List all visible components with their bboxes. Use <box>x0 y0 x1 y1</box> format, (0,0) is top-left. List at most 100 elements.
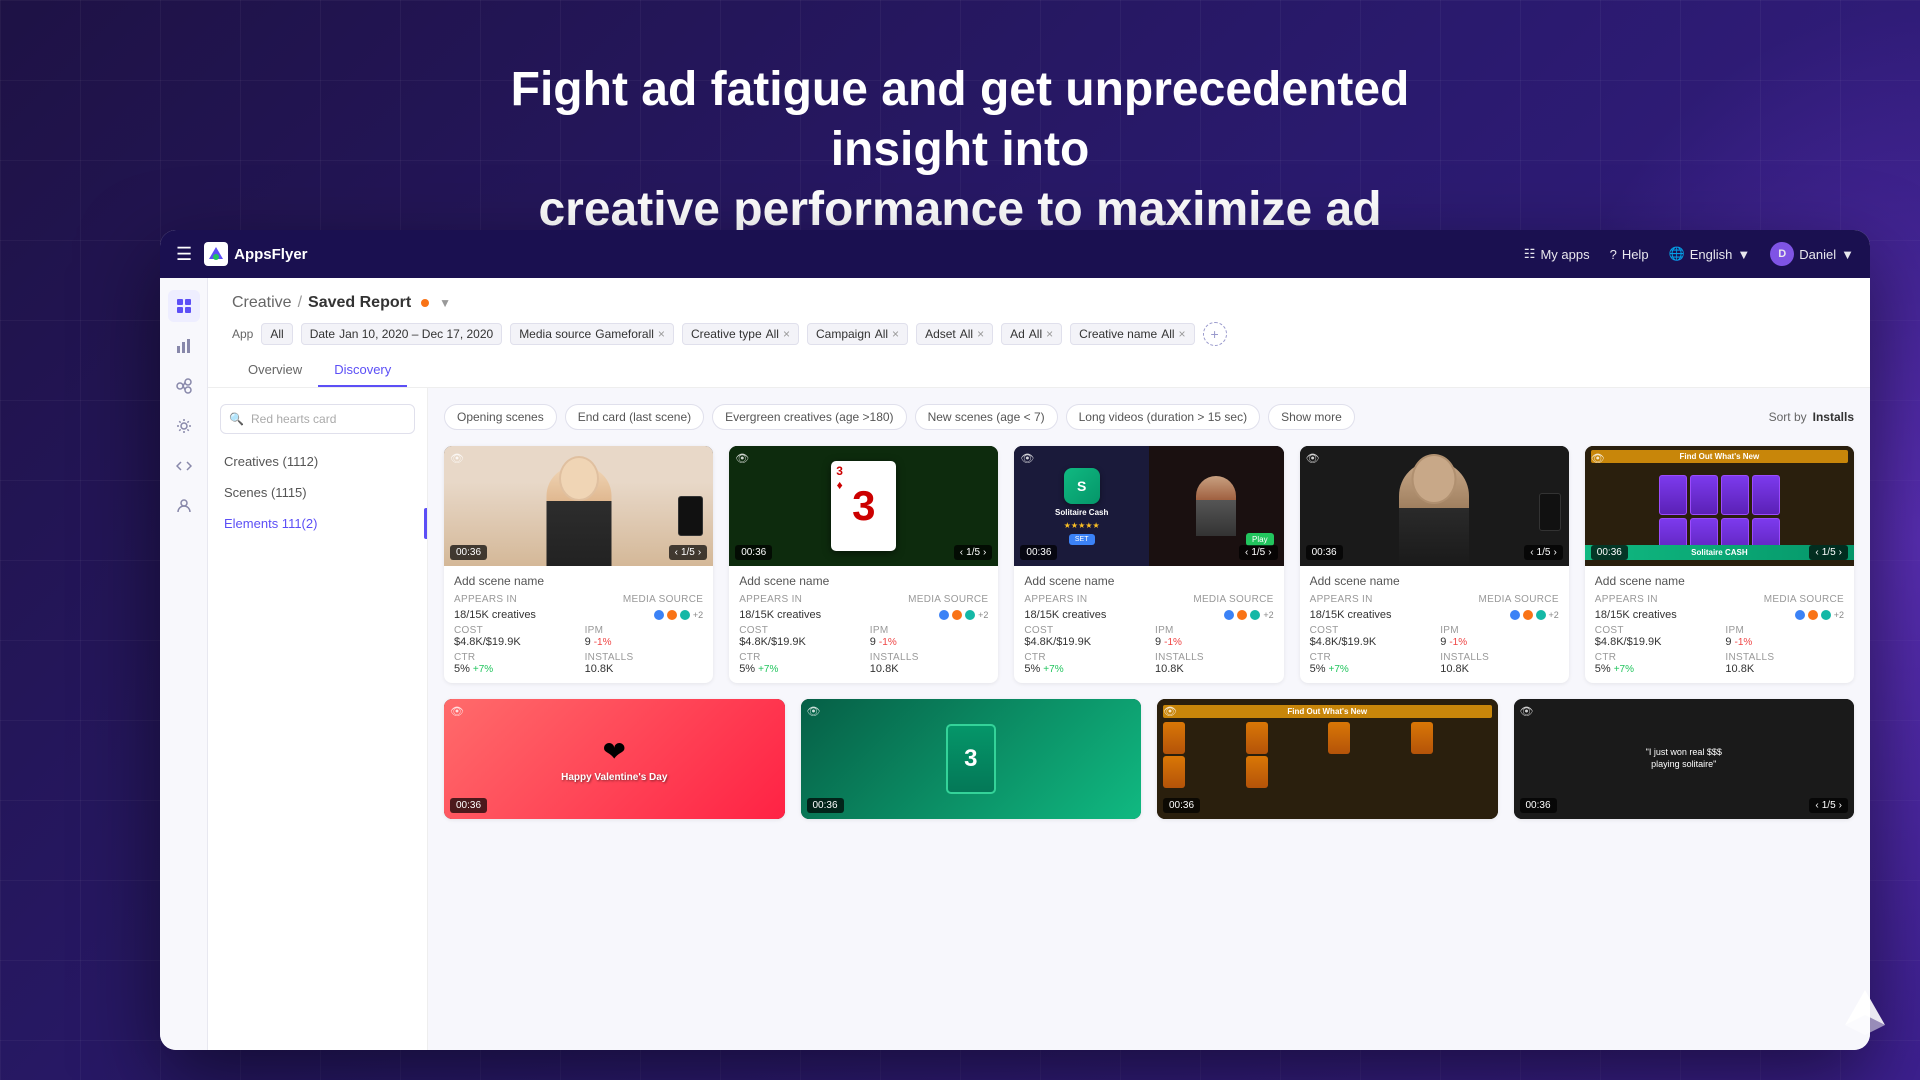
metric-installs: INSTALLS 10.8K <box>870 652 989 675</box>
sidebar-icon-grid[interactable] <box>168 290 200 322</box>
add-filter-button[interactable]: + <box>1203 322 1227 346</box>
filter-evergreen[interactable]: Evergreen creatives (age >180) <box>712 404 906 430</box>
creative-name-chip[interactable]: Creative name All × <box>1070 323 1194 345</box>
card-symbol: 3 <box>964 745 977 773</box>
metric-ctr: CTR 5% +7% <box>739 652 858 675</box>
breadcrumb-caret-icon[interactable]: ▼ <box>439 296 451 310</box>
card-title: Add scene name <box>1310 574 1559 588</box>
nav-badge: ‹ 1/5 › <box>1239 545 1278 560</box>
adset-close-icon[interactable]: × <box>977 327 984 341</box>
card-thumbnail-4[interactable]: 👁 00:36 ‹ 1/5 › <box>1300 446 1569 566</box>
cost-label: COST <box>1024 625 1143 636</box>
creative-type-chip[interactable]: Creative type All × <box>682 323 799 345</box>
breadcrumb-parent[interactable]: Creative <box>232 294 292 312</box>
ctr-label: CTR <box>1595 652 1714 663</box>
card-thumbnail-2[interactable]: 3 ♦ 3 👁 00:36 <box>729 446 998 566</box>
installs-val: 10.8K <box>1725 663 1844 675</box>
filter-opening-scenes[interactable]: Opening scenes <box>444 404 557 430</box>
table-row: 👁 00:36 ‹ 1/5 › Add scene name <box>1300 446 1569 683</box>
ipm-val: 9 -1% <box>1155 636 1274 648</box>
card-thumbnail-3[interactable]: S Solitaire Cash ★★★★★ SET <box>1014 446 1283 566</box>
nav-item-scenes[interactable]: Scenes (1115) <box>208 477 427 508</box>
top-nav: ☰ AppsFlyer ☷ My apps ? Help 🌐 Engli <box>160 230 1870 278</box>
card-thumbnail-val[interactable]: ❤ Happy Valentine's Day 👁 00:36 <box>444 699 785 819</box>
source-dot-1 <box>1795 610 1805 620</box>
search-input[interactable] <box>220 404 415 434</box>
filter-new-scenes[interactable]: New scenes (age < 7) <box>915 404 1058 430</box>
tabs: Overview Discovery <box>232 354 1846 387</box>
sidebar-icon-settings[interactable] <box>168 410 200 442</box>
creative-name-close-icon[interactable]: × <box>1179 327 1186 341</box>
nav-prev-icon: ‹ <box>1815 547 1818 558</box>
nav-badge: ‹ 1/5 › <box>954 545 993 560</box>
card-meta-vals: 18/15K creatives +2 <box>739 609 988 621</box>
source-dot-2 <box>1808 610 1818 620</box>
sidebar-icon-user[interactable] <box>168 490 200 522</box>
card-metrics: COST $4.8K/$19.9K IPM 9 -1% <box>739 625 988 648</box>
ad-close-icon[interactable]: × <box>1046 327 1053 341</box>
installs-label: INSTALLS <box>870 652 989 663</box>
nav-item-elements[interactable]: Elements 111(2) <box>208 508 427 539</box>
metric-cost: COST $4.8K/$19.9K <box>1024 625 1143 648</box>
media-source-chip[interactable]: Media source Gameforall × <box>510 323 674 345</box>
ctr-val: 5% +7% <box>1595 663 1714 675</box>
cost-label: COST <box>454 625 573 636</box>
user-nav[interactable]: D Daniel ▼ <box>1770 242 1854 266</box>
duration-badge: 00:36 <box>1306 545 1343 560</box>
app-filter-chip[interactable]: All <box>261 323 292 345</box>
table-row: 3 ♦ 3 👁 00:36 <box>729 446 998 683</box>
sort-value[interactable]: Installs <box>1813 410 1854 424</box>
card-thumbnail-findout[interactable]: Find Out What's New <box>1157 699 1498 819</box>
nav-item-creatives[interactable]: Creatives (1112) <box>208 446 427 477</box>
solitaire-icon: S <box>1064 468 1100 504</box>
ctr-val: 5% +7% <box>1024 663 1143 675</box>
adset-chip[interactable]: Adset All × <box>916 323 993 345</box>
page-header: Creative / Saved Report ▼ App All Date J… <box>208 278 1870 388</box>
tab-discovery[interactable]: Discovery <box>318 354 407 387</box>
ipm-val: 9 -1% <box>1440 636 1559 648</box>
card-thumbnail-1[interactable]: 👁 00:36 ‹ 1/5 › <box>444 446 713 566</box>
nav-position: 1/5 <box>1822 800 1836 811</box>
installs-val: 10.8K <box>870 663 989 675</box>
sidebar-icon-code[interactable] <box>168 450 200 482</box>
ipm-delta: -1% <box>1164 637 1182 648</box>
campaign-chip[interactable]: Campaign All × <box>807 323 908 345</box>
cost-val: $4.8K/$19.9K <box>1310 636 1429 648</box>
ctr-val: 5% +7% <box>1310 663 1429 675</box>
scene-filters: Opening scenes End card (last scene) Eve… <box>444 404 1854 430</box>
source-dot-3 <box>1536 610 1546 620</box>
media-source-close-icon[interactable]: × <box>658 327 665 341</box>
nav-badge: ‹ 1/5 › <box>1809 545 1848 560</box>
filter-long-videos[interactable]: Long videos (duration > 15 sec) <box>1066 404 1260 430</box>
app-filter-label: App <box>232 327 253 341</box>
language-label: English <box>1690 247 1733 262</box>
ad-chip[interactable]: Ad All × <box>1001 323 1062 345</box>
visibility-icon: 👁 <box>450 452 464 465</box>
tab-overview[interactable]: Overview <box>232 354 318 387</box>
sidebar-icon-chart[interactable] <box>168 330 200 362</box>
date-filter-chip[interactable]: Date Jan 10, 2020 – Dec 17, 2020 <box>301 323 502 345</box>
tile <box>1721 475 1749 515</box>
card-thumbnail-green[interactable]: 3 👁 00:36 <box>801 699 1142 819</box>
help-nav[interactable]: ? Help <box>1610 247 1649 262</box>
sidebar-icon-links[interactable] <box>168 370 200 402</box>
media-source-label: MEDIA SOURCE <box>623 594 703 605</box>
phone-icon <box>1539 493 1561 531</box>
creative-type-close-icon[interactable]: × <box>783 327 790 341</box>
card-thumbnail-quote[interactable]: "I just won real $$$playing solitaire" 👁… <box>1514 699 1855 819</box>
nav-right: ☷ My apps ? Help 🌐 English ▼ D Daniel ▼ <box>1524 242 1854 266</box>
language-nav[interactable]: 🌐 English ▼ <box>1669 246 1751 262</box>
campaign-close-icon[interactable]: × <box>892 327 899 341</box>
card-thumbnail-5[interactable]: Find Out What's New <box>1585 446 1854 566</box>
table-row: "I just won real $$$playing solitaire" 👁… <box>1514 699 1855 819</box>
card-meta-vals: 18/15K creatives +2 <box>1024 609 1273 621</box>
show-more-button[interactable]: Show more <box>1268 404 1355 430</box>
visibility-icon: 👁 <box>1306 452 1320 465</box>
filter-end-card[interactable]: End card (last scene) <box>565 404 704 430</box>
cost-label: COST <box>1595 625 1714 636</box>
menu-icon[interactable]: ☰ <box>176 244 192 265</box>
nav-label-scenes: Scenes (1115) <box>224 485 307 500</box>
my-apps-nav[interactable]: ☷ My apps <box>1524 246 1590 262</box>
metric-ipm: IPM 9 -1% <box>870 625 989 648</box>
banner-text: Find Out What's New <box>1591 450 1848 463</box>
